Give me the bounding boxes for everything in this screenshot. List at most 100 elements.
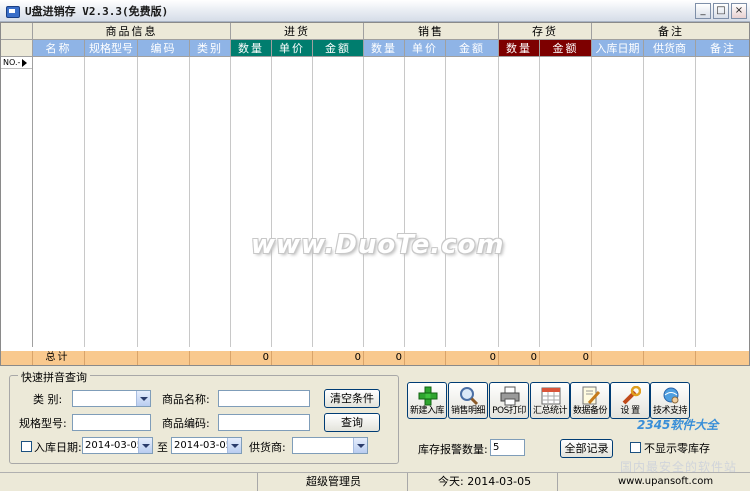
col-stock-qty[interactable]: 数量	[499, 40, 540, 57]
totals-cell	[405, 351, 446, 365]
totals-stock-amount: 0	[540, 351, 592, 365]
stock-alert-input[interactable]: 5	[490, 439, 525, 456]
category-select[interactable]	[72, 390, 151, 407]
title-bar: U盘进销存 V2.3.3(免费版) _ □ ×	[0, 0, 750, 22]
product-code-input[interactable]	[218, 414, 310, 431]
col-code[interactable]: 编码	[138, 40, 190, 57]
supplier-select[interactable]	[292, 437, 368, 454]
col-sales-qty[interactable]: 数量	[364, 40, 405, 57]
inventory-grid[interactable]: 商品信息 进货 销售 存货 备注 名称 规格型号 编码 类别 数量 单价 金额 …	[0, 22, 750, 366]
totals-sales-amount: 0	[446, 351, 499, 365]
app-icon	[5, 4, 20, 18]
clear-conditions-button[interactable]: 清空条件	[324, 389, 380, 408]
product-name-label: 商品名称:	[162, 393, 210, 406]
status-user: 超级管理员	[258, 473, 408, 491]
grid-line	[32, 57, 33, 347]
minimize-button[interactable]: _	[695, 3, 711, 19]
product-name-input[interactable]	[218, 390, 310, 407]
grid-line	[498, 57, 499, 347]
totals-cell	[644, 351, 696, 365]
summary-stats-label: 汇总统计	[532, 406, 568, 416]
col-remark[interactable]: 备注	[696, 40, 749, 57]
pos-print-label: POS打印	[492, 406, 526, 416]
all-records-button[interactable]: 全部记录	[560, 439, 613, 458]
window-controls: _ □ ×	[695, 3, 747, 19]
grid-line	[404, 57, 405, 347]
col-category[interactable]: 类别	[190, 40, 231, 57]
col-sales-amount[interactable]: 金额	[446, 40, 499, 57]
date-from-picker[interactable]: 2014-03-05	[82, 437, 153, 454]
group-header-row: 商品信息 进货 销售 存货 备注	[1, 23, 749, 40]
watermark-text: www.DuoTe.com	[251, 230, 505, 260]
header-corner-2	[1, 40, 33, 57]
row-indicator[interactable]: NO.-	[1, 57, 32, 69]
current-row-arrow-icon	[22, 58, 28, 67]
status-bar: 超级管理员 今天: 2014-03-05 www.upansoft.com	[0, 472, 750, 491]
col-purchase-qty[interactable]: 数量	[231, 40, 272, 57]
chevron-down-icon[interactable]	[138, 438, 152, 453]
grid-line	[363, 57, 364, 347]
brand-logo-text: 2345软件大全	[637, 418, 719, 432]
group-header-remarks: 备注	[592, 23, 749, 40]
group-header-product-info: 商品信息	[33, 23, 231, 40]
hide-zero-stock-checkbox[interactable]	[630, 442, 641, 453]
grid-line	[189, 57, 190, 347]
summary-stats-button[interactable]: 汇总统计	[530, 382, 570, 419]
hide-zero-stock-label: 不显示零库存	[644, 442, 710, 455]
totals-sales-qty: 0	[364, 351, 405, 365]
chevron-down-icon[interactable]	[353, 438, 367, 453]
tech-support-button[interactable]: 技术支持	[650, 382, 690, 419]
totals-cell	[190, 351, 231, 365]
date-to-label: 至	[157, 441, 168, 454]
category-label: 类 别:	[33, 393, 63, 406]
status-cell-empty	[0, 473, 258, 491]
close-button[interactable]: ×	[731, 3, 747, 19]
data-backup-button[interactable]: 数据备份	[570, 382, 610, 419]
data-backup-label: 数据备份	[572, 406, 608, 416]
totals-row: 总计 0 0 0 0 0 0	[1, 351, 749, 365]
date-to-value: 2014-03-05	[174, 440, 233, 451]
maximize-button[interactable]: □	[713, 3, 729, 19]
spec-label: 规格型号:	[19, 417, 67, 430]
totals-purchase-qty: 0	[231, 351, 272, 365]
instock-date-checkbox[interactable]	[21, 441, 32, 452]
grid-line	[271, 57, 272, 347]
totals-cell	[592, 351, 644, 365]
status-website: www.upansoft.com	[618, 476, 714, 487]
chevron-down-icon[interactable]	[136, 391, 150, 406]
group-header-sales: 销售	[364, 23, 499, 40]
totals-cell	[85, 351, 138, 365]
new-stock-in-label: 新建入库	[409, 406, 445, 416]
totals-indicator	[1, 351, 33, 365]
col-supplier[interactable]: 供货商	[644, 40, 696, 57]
totals-purchase-amount: 0	[313, 351, 364, 365]
totals-label: 总计	[33, 351, 85, 365]
pos-print-button[interactable]: POS打印	[489, 382, 529, 419]
totals-cell	[138, 351, 190, 365]
new-stock-in-button[interactable]: 新建入库	[407, 382, 447, 419]
col-purchase-price[interactable]: 单价	[272, 40, 313, 57]
chevron-down-icon[interactable]	[227, 438, 241, 453]
col-name[interactable]: 名称	[33, 40, 85, 57]
date-from-value: 2014-03-05	[85, 440, 144, 451]
col-instock-date[interactable]: 入库日期	[592, 40, 644, 57]
spec-input[interactable]	[72, 414, 151, 431]
query-button[interactable]: 查询	[324, 413, 380, 432]
totals-stock-qty: 0	[499, 351, 540, 365]
col-stock-amount[interactable]: 金额	[540, 40, 592, 57]
tech-support-label: 技术支持	[652, 406, 688, 416]
totals-cell	[272, 351, 313, 365]
sales-detail-button[interactable]: 销售明细	[448, 382, 488, 419]
settings-button[interactable]: 设 置	[610, 382, 650, 419]
col-sales-price[interactable]: 单价	[405, 40, 446, 57]
col-purchase-amount[interactable]: 金额	[313, 40, 364, 57]
quick-query-legend: 快速拼音查询	[18, 369, 90, 385]
totals-cell	[696, 351, 749, 365]
grid-line	[539, 57, 540, 347]
row-indicator-label: NO.-	[3, 58, 21, 67]
grid-line	[312, 57, 313, 347]
stock-alert-label: 库存报警数量:	[418, 443, 488, 456]
grid-line	[230, 57, 231, 347]
date-to-picker[interactable]: 2014-03-05	[171, 437, 242, 454]
col-spec[interactable]: 规格型号	[85, 40, 138, 57]
